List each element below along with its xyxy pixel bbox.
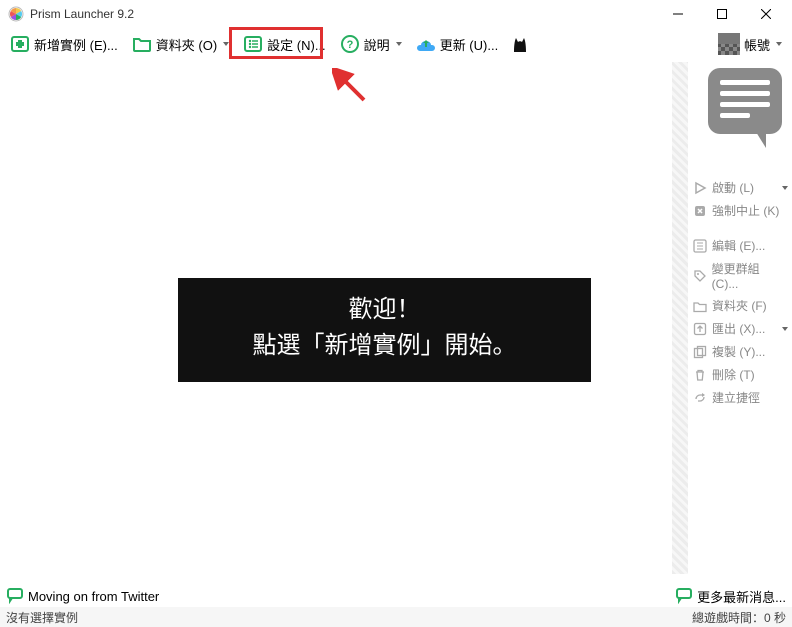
instance-folder-button[interactable]: 資料夾 (F) bbox=[692, 296, 788, 315]
titlebar: Prism Launcher 9.2 bbox=[0, 0, 792, 28]
list-icon bbox=[692, 238, 708, 254]
tag-icon bbox=[692, 268, 708, 284]
window-title: Prism Launcher 9.2 bbox=[30, 7, 656, 21]
placeholder-line bbox=[720, 80, 770, 85]
chevron-down-icon bbox=[223, 42, 229, 46]
minimize-button[interactable] bbox=[656, 0, 700, 28]
welcome-banner: 歡迎！ 點選「新增實例」開始。 bbox=[178, 278, 591, 382]
prism-icon bbox=[8, 6, 24, 22]
news-preview-bubble[interactable] bbox=[708, 68, 782, 134]
status-no-selection: 沒有選擇實例 bbox=[6, 609, 78, 626]
news-headline-button[interactable]: Moving on from Twitter bbox=[6, 586, 159, 607]
trash-icon bbox=[692, 367, 708, 383]
status-bar: 沒有選擇實例 總遊戲時間： 0 秒 bbox=[0, 607, 792, 627]
window-controls bbox=[656, 0, 788, 28]
update-icon bbox=[416, 34, 436, 54]
close-button[interactable] bbox=[744, 0, 788, 28]
export-icon bbox=[692, 321, 708, 337]
add-instance-button[interactable]: 新增實例 (E)... bbox=[4, 30, 124, 58]
accounts-button[interactable]: 帳號 bbox=[712, 30, 788, 58]
more-news-button[interactable]: 更多最新消息... bbox=[675, 586, 786, 607]
chevron-down-icon bbox=[782, 327, 788, 331]
chat-icon bbox=[6, 586, 24, 607]
shortcut-icon bbox=[692, 390, 708, 406]
folder-icon bbox=[132, 34, 152, 54]
chevron-down-icon bbox=[776, 42, 782, 46]
kill-button[interactable]: 強制中止 (K) bbox=[692, 201, 788, 220]
add-instance-label: 新增實例 (E)... bbox=[34, 35, 118, 54]
folder-icon bbox=[692, 298, 708, 314]
delete-label: 刪除 (T) bbox=[712, 366, 755, 383]
settings-label: 設定 (N)... bbox=[267, 35, 326, 54]
settings-button[interactable]: 設定 (N)... bbox=[237, 30, 332, 58]
placeholder-line bbox=[720, 102, 770, 107]
placeholder-line bbox=[720, 91, 770, 96]
change-group-button[interactable]: 變更群組 (C)... bbox=[692, 259, 788, 292]
stop-icon bbox=[692, 203, 708, 219]
annotation-arrow bbox=[332, 68, 372, 108]
help-icon: ? bbox=[340, 34, 360, 54]
instance-list-scrollbar[interactable] bbox=[672, 62, 688, 574]
more-news-label: 更多最新消息... bbox=[697, 587, 786, 606]
chevron-down-icon bbox=[782, 186, 788, 190]
instance-folder-label: 資料夾 (F) bbox=[712, 297, 767, 314]
create-shortcut-button[interactable]: 建立捷徑 bbox=[692, 388, 788, 407]
create-shortcut-label: 建立捷徑 bbox=[712, 389, 760, 406]
svg-text:?: ? bbox=[346, 39, 353, 51]
welcome-line1: 歡迎！ bbox=[188, 292, 581, 328]
play-icon bbox=[692, 180, 708, 196]
help-label: 說明 bbox=[364, 35, 390, 54]
total-playtime-label: 總遊戲時間： bbox=[692, 609, 764, 626]
add-instance-icon bbox=[10, 34, 30, 54]
edit-label: 編輯 (E)... bbox=[712, 237, 765, 254]
instance-actions-panel: 啟動 (L) 強制中止 (K) 編輯 (E)... 變更群組 (C)... 資料… bbox=[692, 178, 788, 407]
news-headline: Moving on from Twitter bbox=[28, 589, 159, 604]
export-label: 匯出 (X)... bbox=[712, 320, 765, 337]
news-bar: Moving on from Twitter 更多最新消息... bbox=[0, 585, 792, 607]
launch-button[interactable]: 啟動 (L) bbox=[692, 178, 788, 197]
welcome-line2: 點選「新增實例」開始。 bbox=[188, 328, 581, 364]
copy-label: 複製 (Y)... bbox=[712, 343, 765, 360]
settings-icon bbox=[243, 34, 263, 54]
kill-label: 強制中止 (K) bbox=[712, 202, 779, 219]
folders-label: 資料夾 (O) bbox=[156, 35, 217, 54]
change-group-label: 變更群組 (C)... bbox=[712, 260, 788, 291]
copy-button[interactable]: 複製 (Y)... bbox=[692, 342, 788, 361]
accounts-label: 帳號 bbox=[744, 35, 770, 54]
cat-icon bbox=[510, 34, 530, 54]
copy-icon bbox=[692, 344, 708, 360]
export-button[interactable]: 匯出 (X)... bbox=[692, 319, 788, 338]
launch-label: 啟動 (L) bbox=[712, 179, 754, 196]
chat-icon bbox=[675, 586, 693, 607]
folders-button[interactable]: 資料夾 (O) bbox=[126, 30, 235, 58]
update-label: 更新 (U)... bbox=[440, 35, 499, 54]
total-playtime-value: 0 秒 bbox=[764, 609, 786, 626]
toolbar: 新增實例 (E)... 資料夾 (O) 設定 (N)... ? bbox=[0, 28, 792, 60]
placeholder-line bbox=[720, 113, 750, 118]
edit-button[interactable]: 編輯 (E)... bbox=[692, 236, 788, 255]
update-button[interactable]: 更新 (U)... bbox=[410, 30, 505, 58]
avatar bbox=[718, 33, 740, 55]
cat-button[interactable] bbox=[506, 30, 534, 58]
maximize-button[interactable] bbox=[700, 0, 744, 28]
delete-button[interactable]: 刪除 (T) bbox=[692, 365, 788, 384]
help-button[interactable]: ? 說明 bbox=[334, 30, 408, 58]
chevron-down-icon bbox=[396, 42, 402, 46]
